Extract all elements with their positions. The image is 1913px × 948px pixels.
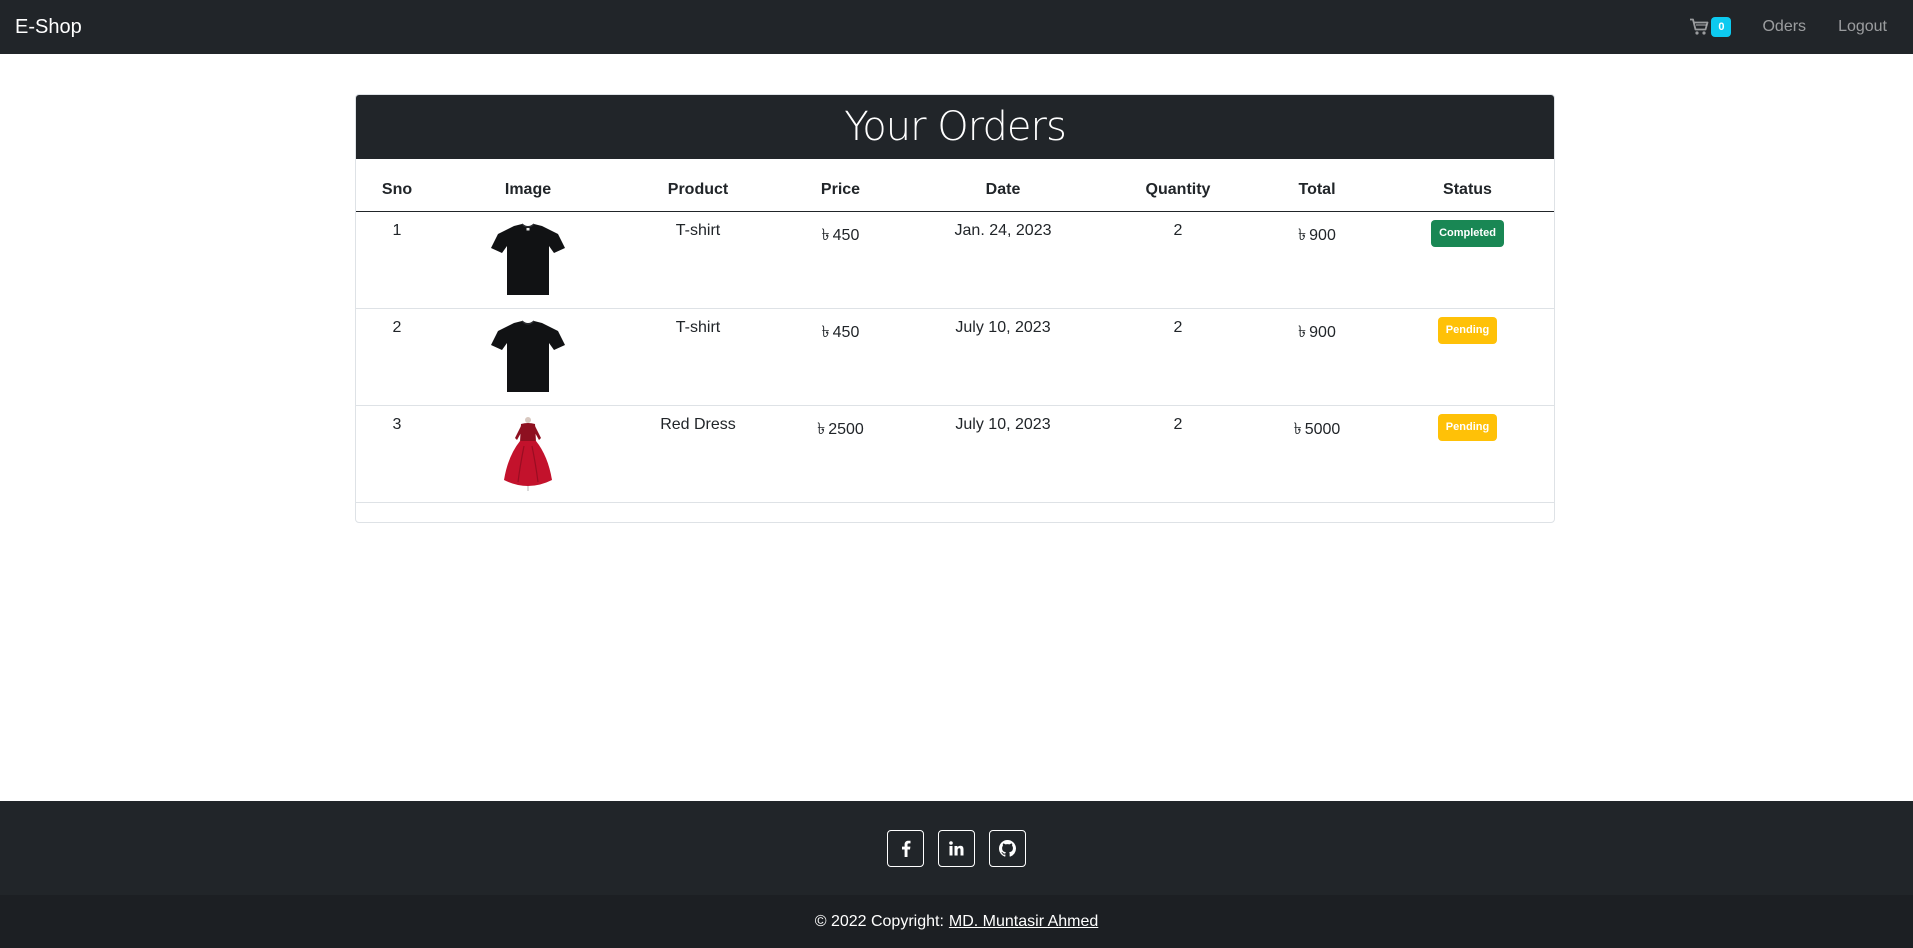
- cell-total: ৳ 5000: [1253, 405, 1381, 503]
- cart-button[interactable]: 0: [1689, 17, 1732, 37]
- cell-date: Jan. 24, 2023: [903, 211, 1103, 309]
- linkedin-icon: [949, 840, 964, 855]
- black-tshirt-image: [491, 319, 565, 392]
- table-row: 2 T-shirt ৳ 450 July 10, 2023 2 ৳ 900 Pend…: [356, 308, 1554, 406]
- cell-quantity: 2: [1103, 211, 1253, 309]
- author-link[interactable]: MD. Muntasir Ahmed: [949, 913, 1098, 931]
- column-header-image: Image: [438, 159, 618, 212]
- cell-price: ৳ 2500: [778, 405, 903, 503]
- orders-card: Your Orders Sno Image Product Price Date…: [355, 94, 1555, 523]
- total-value: 900: [1309, 226, 1336, 244]
- currency-symbol: ৳: [821, 224, 830, 244]
- nav-link-orders[interactable]: Oders: [1762, 18, 1806, 36]
- cell-quantity: 2: [1103, 405, 1253, 503]
- table-row: 3 Red Dress ৳ 2500 July 10, 2023 2 ৳ 500…: [356, 405, 1554, 503]
- currency-symbol: ৳: [1298, 224, 1307, 244]
- facebook-icon: [901, 840, 910, 857]
- column-header-sno: Sno: [356, 159, 438, 212]
- red-dress-image: [504, 416, 552, 491]
- footer-copyright: © 2022 Copyright: MD. Muntasir Ahmed: [0, 895, 1913, 948]
- cell-product: T-shirt: [618, 308, 778, 406]
- cell-sno: 3: [356, 405, 438, 503]
- orders-card-header: Your Orders: [356, 95, 1554, 159]
- cell-price: ৳ 450: [778, 308, 903, 406]
- total-value: 900: [1309, 323, 1336, 341]
- column-header-quantity: Quantity: [1103, 159, 1253, 212]
- cell-date: July 10, 2023: [903, 405, 1103, 503]
- black-tshirt-image: [491, 222, 565, 295]
- currency-symbol: ৳: [1298, 321, 1307, 341]
- cart-icon: [1689, 18, 1709, 36]
- copyright-text: © 2022 Copyright:: [814, 912, 944, 930]
- github-icon: [999, 839, 1016, 857]
- status-badge: Completed: [1431, 219, 1504, 247]
- price-value: 2500: [828, 420, 864, 438]
- column-header-date: Date: [903, 159, 1103, 212]
- cell-sno: 1: [356, 211, 438, 309]
- cell-product: Red Dress: [618, 405, 778, 503]
- column-header-product: Product: [618, 159, 778, 212]
- table-row: 1 T-shirt ৳ 450 Jan. 24, 2023 2 ৳ 900 Comp…: [356, 211, 1554, 309]
- navbar: E-Shop 0 Oders Logout: [0, 0, 1913, 54]
- cell-quantity: 2: [1103, 308, 1253, 406]
- column-header-price: Price: [778, 159, 903, 212]
- currency-symbol: ৳: [821, 321, 830, 341]
- total-value: 5000: [1304, 420, 1341, 438]
- cell-status: Completed: [1381, 211, 1554, 309]
- cell-sno: 2: [356, 308, 438, 406]
- table-header-row: Sno Image Product Price Date Quantity To…: [356, 159, 1554, 212]
- footer-social-bar: [0, 801, 1913, 895]
- currency-symbol: ৳: [1293, 418, 1302, 438]
- cell-total: ৳ 900: [1253, 211, 1381, 309]
- column-header-total: Total: [1253, 159, 1381, 212]
- cell-image: [438, 308, 618, 406]
- price-value: 450: [832, 226, 860, 244]
- cell-total: ৳ 900: [1253, 308, 1381, 406]
- nav-link-logout[interactable]: Logout: [1838, 18, 1887, 36]
- cell-price: ৳ 450: [778, 211, 903, 309]
- cell-status: Pending: [1381, 405, 1554, 503]
- brand-logo[interactable]: E-Shop: [15, 16, 82, 39]
- github-button[interactable]: [989, 829, 1026, 867]
- cell-status: Pending: [1381, 308, 1554, 406]
- nav-right: 0 Oders Logout: [1689, 0, 1898, 54]
- orders-table: Sno Image Product Price Date Quantity To…: [356, 159, 1554, 503]
- linkedin-button[interactable]: [938, 829, 975, 867]
- status-badge: Pending: [1437, 316, 1498, 344]
- facebook-button[interactable]: [887, 829, 924, 867]
- page-title: Your Orders: [844, 104, 1067, 150]
- currency-symbol: ৳: [817, 418, 826, 438]
- cell-product: T-shirt: [618, 211, 778, 309]
- cell-date: July 10, 2023: [903, 308, 1103, 406]
- column-header-status: Status: [1381, 159, 1554, 212]
- cart-count-badge: 0: [1711, 17, 1732, 37]
- cell-image: [438, 405, 618, 503]
- status-badge: Pending: [1437, 413, 1498, 441]
- cell-image: [438, 211, 618, 309]
- price-value: 450: [832, 323, 860, 341]
